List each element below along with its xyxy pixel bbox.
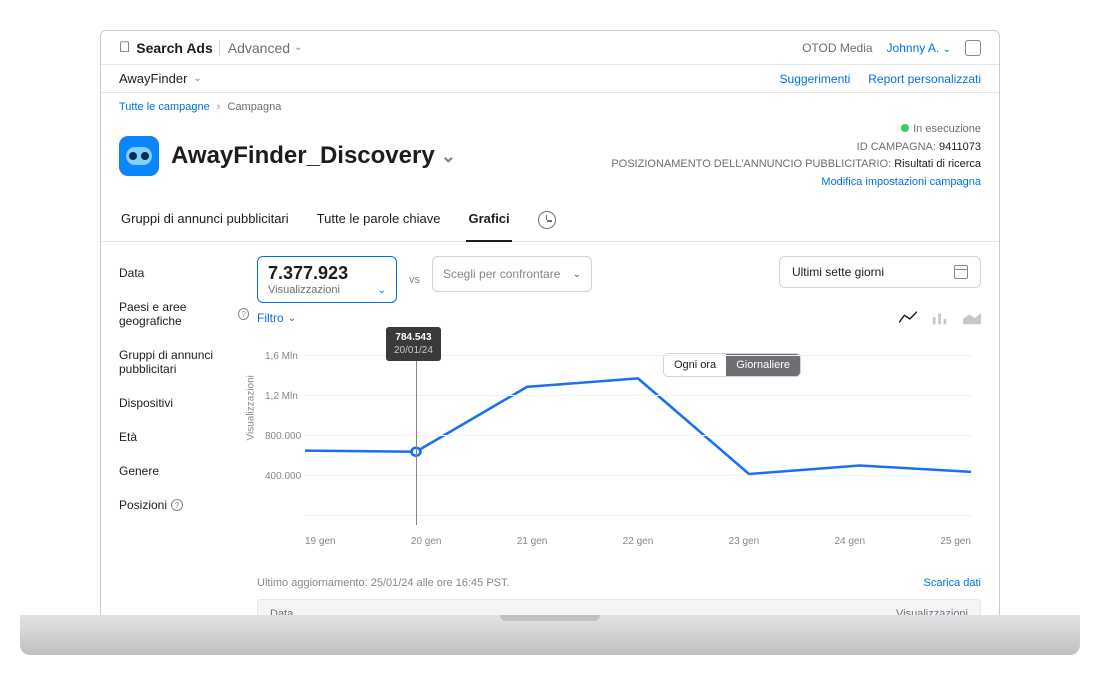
breadcrumb: Tutte le campagne › Campagna <box>101 93 999 117</box>
apple-logo-icon:  <box>119 39 130 56</box>
chevron-down-icon: ⌄ <box>573 269 581 280</box>
x-tick: 24 gen <box>834 536 865 547</box>
edit-campaign-link[interactable]: Modifica impostazioni campagna <box>611 174 981 192</box>
calendar-icon <box>954 265 968 279</box>
tab-ad-groups[interactable]: Gruppi di annunci pubblicitari <box>119 201 291 241</box>
y-tick: 400.000 <box>265 471 301 482</box>
chart-tooltip: 784.543 20/01/24 <box>386 327 441 361</box>
chevron-down-icon: ⌄ <box>193 73 201 84</box>
brand:  Search Ads Advanced ⌄ <box>119 39 302 56</box>
chart-type-switch <box>899 311 981 325</box>
x-tick: 25 gen <box>940 536 971 547</box>
apps-switcher-icon[interactable] <box>965 40 981 56</box>
app-selector[interactable]: AwayFinder ⌄ <box>119 71 202 86</box>
app-icon <box>119 136 159 176</box>
line-chart-icon[interactable] <box>899 311 917 325</box>
status-label: In esecuzione <box>913 123 981 135</box>
y-tick: 800.000 <box>265 431 301 442</box>
hover-guideline <box>416 355 417 525</box>
date-range-select[interactable]: Ultimi sette giorni <box>779 256 981 288</box>
y-tick: 1,2 Mln <box>265 391 298 402</box>
sidebar-item-devices[interactable]: Dispositivi <box>119 386 249 420</box>
compare-metric-select[interactable]: Scegli per confrontare ⌄ <box>432 256 592 292</box>
sidebar-item-date[interactable]: Data <box>119 256 249 290</box>
app-screen:  Search Ads Advanced ⌄ OTOD Media Johnn… <box>100 30 1000 620</box>
plot-area[interactable] <box>305 355 971 525</box>
chevron-down-icon: ⌄ <box>441 146 456 167</box>
history-icon <box>538 211 556 229</box>
sidebar-item-age[interactable]: Età <box>119 420 249 454</box>
line-chart: Visualizzazioni 1,6 Mln 1,2 Mln 800.000 … <box>257 355 981 555</box>
org-name: OTOD Media <box>802 41 872 55</box>
x-tick: 19 gen <box>305 536 336 547</box>
status-dot-icon <box>901 124 909 132</box>
x-tick: 23 gen <box>729 536 760 547</box>
main-content: Data Paesi e aree geografiche? Gruppi di… <box>101 242 999 620</box>
chart-panel: 7.377.923 Visualizzazioni ⌄ vs Scegli per… <box>257 256 981 620</box>
tabs: Gruppi di annunci pubblicitari Tutte le … <box>101 201 999 242</box>
area-chart-icon[interactable] <box>963 311 981 325</box>
brand-variant[interactable]: Advanced ⌄ <box>219 40 303 56</box>
crumb-current: Campagna <box>228 101 282 113</box>
last-updated: Ultimo aggiornamento: 25/01/24 alle ore … <box>257 577 510 589</box>
tab-charts[interactable]: Grafici <box>466 201 511 241</box>
filter-button[interactable]: Filtro ⌄ <box>257 311 296 325</box>
help-icon[interactable]: ? <box>238 308 249 320</box>
vs-label: vs <box>407 274 422 286</box>
campaign-id: 9411073 <box>939 141 981 153</box>
x-tick: 22 gen <box>623 536 654 547</box>
chevron-down-icon: ⌄ <box>294 42 302 53</box>
help-icon[interactable]: ? <box>171 499 183 511</box>
x-tick: 21 gen <box>517 536 548 547</box>
primary-metric-select[interactable]: 7.377.923 Visualizzazioni ⌄ <box>257 256 397 303</box>
bar-chart-icon[interactable] <box>931 311 949 325</box>
sidebar-item-groups[interactable]: Gruppi di annunci pubblicitari <box>119 338 249 386</box>
top-bar:  Search Ads Advanced ⌄ OTOD Media Johnn… <box>101 31 999 65</box>
sidebar-item-gender[interactable]: Genere <box>119 454 249 488</box>
x-axis: 19 gen 20 gen 21 gen 22 gen 23 gen 24 gen 25 g… <box>305 536 971 547</box>
campaign-meta: In esecuzione ID CAMPAGNA: 9411073 POSIZ… <box>611 121 981 191</box>
x-tick: 20 gen <box>411 536 442 547</box>
chevron-down-icon: ⌄ <box>943 44 951 55</box>
sub-bar: AwayFinder ⌄ Suggerimenti Report persona… <box>101 65 999 93</box>
placement-value: Risultati di ricerca <box>894 158 981 170</box>
metric-label: Visualizzazioni <box>268 284 340 296</box>
account-area: OTOD Media Johnny A. ⌄ <box>802 40 981 56</box>
metric-value: 7.377.923 <box>268 263 386 284</box>
campaign-title[interactable]: AwayFinder_Discovery ⌄ <box>171 142 456 170</box>
y-tick: 1,6 Mln <box>265 351 298 362</box>
y-axis-label: Visualizzazioni <box>246 375 257 440</box>
tab-history[interactable] <box>536 201 558 241</box>
tab-keywords[interactable]: Tutte le parole chiave <box>315 201 443 241</box>
link-custom-reports[interactable]: Report personalizzati <box>868 72 981 86</box>
link-suggestions[interactable]: Suggerimenti <box>780 72 851 86</box>
user-menu[interactable]: Johnny A. ⌄ <box>887 41 951 55</box>
sidebar-item-geo[interactable]: Paesi e aree geografiche? <box>119 290 249 338</box>
download-data-link[interactable]: Scarica dati <box>924 577 981 589</box>
tooltip-value: 784.543 <box>394 331 433 344</box>
chevron-down-icon: ⌄ <box>288 313 296 324</box>
brand-main: Search Ads <box>136 40 213 56</box>
crumb-all-campaigns[interactable]: Tutte le campagne <box>119 101 210 113</box>
sidebar-item-positions[interactable]: Posizioni? <box>119 488 249 522</box>
title-row: AwayFinder_Discovery ⌄ In esecuzione ID … <box>101 117 999 201</box>
laptop-base <box>20 615 1080 655</box>
chevron-down-icon: ⌄ <box>378 285 386 296</box>
dimension-sidebar: Data Paesi e aree geografiche? Gruppi di… <box>119 256 249 620</box>
tooltip-date: 20/01/24 <box>394 344 433 357</box>
chevron-right-icon: › <box>213 101 225 113</box>
